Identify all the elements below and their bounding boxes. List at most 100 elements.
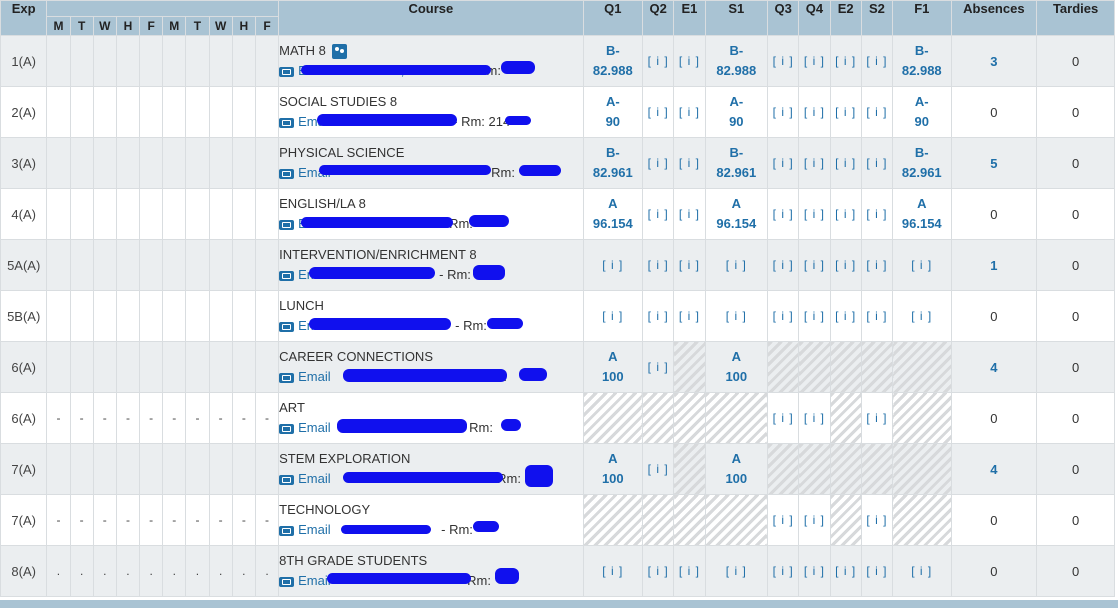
header-q1[interactable]: Q1 (582, 0, 644, 36)
grade-letter-link[interactable]: A (706, 194, 768, 214)
grade-percent-link[interactable]: 96.154 (706, 214, 768, 234)
grade-percent-link[interactable]: 82.961 (706, 163, 768, 183)
grade-cell-s2[interactable]: [ i ] (860, 494, 894, 546)
grade-cell-e1[interactable]: [ i ] (673, 137, 706, 189)
email-icon[interactable] (279, 66, 295, 77)
info-link[interactable]: [ i ] (726, 309, 747, 323)
info-link[interactable]: [ i ] (804, 411, 825, 425)
info-link[interactable]: [ i ] (773, 411, 794, 425)
grade-cell-e2[interactable]: [ i ] (829, 35, 862, 87)
grade-cell-s2[interactable]: [ i ] (860, 86, 894, 138)
grade-cell-s2[interactable]: [ i ] (860, 290, 894, 342)
header-q4[interactable]: Q4 (798, 0, 831, 36)
grade-cell-q3[interactable]: [ i ] (767, 188, 800, 240)
info-link[interactable]: [ i ] (773, 156, 794, 170)
grade-cell-e1[interactable]: [ i ] (673, 188, 706, 240)
info-link[interactable]: [ i ] (866, 54, 887, 68)
header-e1[interactable]: E1 (673, 0, 706, 36)
grade-letter-link[interactable]: B- (584, 41, 642, 61)
grade-cell-q4[interactable]: [ i ] (798, 35, 831, 87)
grade-cell-f1[interactable]: [ i ] (892, 545, 952, 597)
email-icon[interactable] (279, 270, 295, 281)
grade-cell-e2[interactable]: [ i ] (829, 137, 862, 189)
grade-cell-q4[interactable]: [ i ] (798, 290, 831, 342)
info-link[interactable]: [ i ] (804, 207, 825, 221)
grade-cell-s1[interactable]: B- 82.988 (704, 35, 769, 87)
header-s1[interactable]: S1 (704, 0, 769, 36)
header-course[interactable]: Course (278, 0, 584, 36)
grade-cell-f1[interactable]: B- 82.961 (892, 137, 952, 189)
info-link[interactable]: [ i ] (835, 54, 856, 68)
info-link[interactable]: [ i ] (726, 258, 747, 272)
grade-cell-q4[interactable]: [ i ] (798, 86, 831, 138)
grade-cell-e1[interactable]: [ i ] (673, 239, 706, 291)
grade-cell-q4[interactable]: [ i ] (798, 494, 831, 546)
grade-cell-q3[interactable]: [ i ] (767, 86, 800, 138)
grade-cell-q1[interactable]: A- 90 (582, 86, 644, 138)
grade-cell-q4[interactable]: [ i ] (798, 188, 831, 240)
info-link[interactable]: [ i ] (835, 105, 856, 119)
info-link[interactable]: [ i ] (835, 564, 856, 578)
absences-count[interactable]: 4 (990, 360, 997, 375)
absences-count[interactable]: 1 (990, 258, 997, 273)
grade-cell-q4[interactable]: [ i ] (798, 137, 831, 189)
grade-letter-link[interactable]: A- (893, 92, 950, 112)
info-link[interactable]: [ i ] (602, 258, 623, 272)
info-link[interactable]: [ i ] (773, 54, 794, 68)
email-icon[interactable] (279, 117, 295, 128)
grade-letter-link[interactable]: A (706, 449, 768, 469)
grade-percent-link[interactable]: 90 (706, 112, 768, 132)
grade-cell-q1[interactable]: [ i ] (582, 290, 644, 342)
grade-cell-q3[interactable]: [ i ] (767, 137, 800, 189)
grade-cell-q3[interactable]: [ i ] (767, 239, 800, 291)
grade-letter-link[interactable]: A (706, 347, 768, 367)
grade-cell-s1[interactable]: [ i ] (704, 239, 769, 291)
grade-cell-s2[interactable]: [ i ] (860, 35, 894, 87)
grade-cell-q2[interactable]: [ i ] (642, 545, 675, 597)
grade-percent-link[interactable]: 90 (893, 112, 950, 132)
grade-percent-link[interactable]: 100 (584, 367, 642, 387)
grade-cell-q4[interactable]: [ i ] (798, 545, 831, 597)
grade-letter-link[interactable]: A- (706, 92, 768, 112)
grade-percent-link[interactable]: 100 (706, 367, 768, 387)
grade-letter-link[interactable]: B- (706, 41, 768, 61)
grade-cell-q2[interactable]: [ i ] (642, 290, 675, 342)
email-teacher-link[interactable]: Email (298, 522, 331, 537)
header-absences[interactable]: Absences (950, 0, 1038, 36)
grade-cell-f1[interactable]: [ i ] (892, 290, 952, 342)
email-teacher-link[interactable]: Email (298, 573, 331, 588)
info-link[interactable]: [ i ] (648, 207, 669, 221)
absences-count[interactable]: 5 (990, 156, 997, 171)
grade-cell-q2[interactable]: [ i ] (642, 86, 675, 138)
info-link[interactable]: [ i ] (866, 309, 887, 323)
grade-percent-link[interactable]: 82.961 (893, 163, 950, 183)
info-link[interactable]: [ i ] (911, 564, 932, 578)
info-link[interactable]: [ i ] (911, 309, 932, 323)
grade-cell-s1[interactable]: B- 82.961 (704, 137, 769, 189)
info-link[interactable]: [ i ] (866, 105, 887, 119)
info-link[interactable]: [ i ] (804, 309, 825, 323)
grade-letter-link[interactable]: A- (584, 92, 642, 112)
info-link[interactable]: [ i ] (773, 207, 794, 221)
info-link[interactable]: [ i ] (679, 564, 700, 578)
grade-cell-e2[interactable]: [ i ] (829, 545, 862, 597)
grade-cell-s1[interactable]: A 96.154 (704, 188, 769, 240)
info-link[interactable]: [ i ] (648, 462, 669, 476)
grade-cell-s2[interactable]: [ i ] (860, 545, 894, 597)
grade-cell-q2[interactable]: [ i ] (642, 35, 675, 87)
header-tardies[interactable]: Tardies (1036, 0, 1115, 36)
grade-cell-q3[interactable]: [ i ] (767, 494, 800, 546)
info-link[interactable]: [ i ] (648, 156, 669, 170)
grade-cell-s2[interactable]: [ i ] (860, 239, 894, 291)
grade-cell-q3[interactable]: [ i ] (767, 35, 800, 87)
grade-cell-q2[interactable]: [ i ] (642, 188, 675, 240)
grade-cell-e1[interactable]: [ i ] (673, 290, 706, 342)
grade-letter-link[interactable]: B- (893, 41, 950, 61)
grade-cell-f1[interactable]: B- 82.988 (892, 35, 952, 87)
grade-cell-q1[interactable]: B- 82.988 (582, 35, 644, 87)
info-link[interactable]: [ i ] (679, 105, 700, 119)
grade-letter-link[interactable]: A (584, 347, 642, 367)
email-icon[interactable] (279, 372, 295, 383)
email-icon[interactable] (279, 219, 295, 230)
grade-letter-link[interactable]: B- (706, 143, 768, 163)
